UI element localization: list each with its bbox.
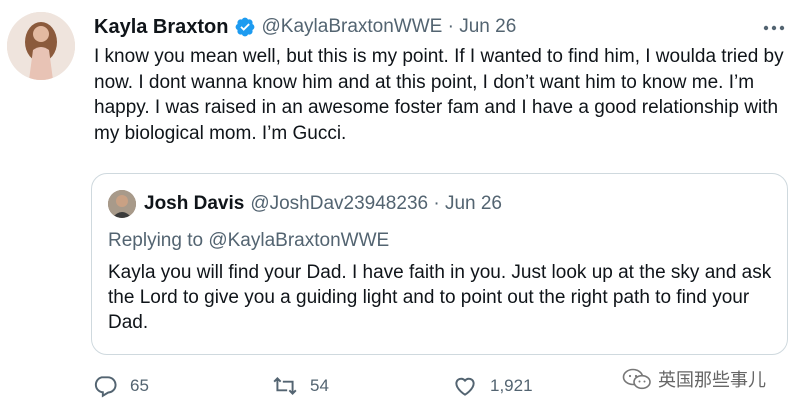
- author-name[interactable]: Kayla Braxton: [94, 16, 229, 39]
- quoted-author-handle-date: @JoshDav23948236 · Jun 26: [250, 193, 503, 214]
- like-button[interactable]: 1,921: [452, 373, 533, 399]
- like-count: 1,921: [490, 376, 533, 395]
- quoted-author-name: Josh Davis: [144, 193, 245, 214]
- reply-count: 65: [130, 376, 149, 395]
- verified-badge-icon: [235, 17, 254, 37]
- author-avatar[interactable]: [7, 12, 75, 80]
- replying-to-handle[interactable]: @KaylaBraxtonWWE: [208, 230, 389, 251]
- retweet-icon: [273, 377, 297, 395]
- watermark: 英国那些事儿: [622, 366, 766, 392]
- like-icon: [455, 377, 475, 396]
- reply-icon: [94, 376, 117, 398]
- watermark-text: 英国那些事儿: [658, 370, 766, 390]
- replying-to: Replying to @KaylaBraxtonWWE: [108, 230, 389, 252]
- quoted-author-avatar: [108, 190, 136, 218]
- retweet-button[interactable]: 54: [272, 373, 329, 399]
- retweet-count: 54: [310, 376, 329, 395]
- wechat-icon: [622, 368, 651, 390]
- tweet-header: Kayla Braxton @KaylaBraxtonWWE · Jun 26: [94, 14, 516, 40]
- more-icon[interactable]: [762, 18, 786, 38]
- quoted-tweet-header: Josh Davis @JoshDav23948236 · Jun 26: [108, 190, 502, 218]
- tweet-text: I know you mean well, but this is my poi…: [94, 46, 784, 144]
- quoted-tweet[interactable]: Josh Davis @JoshDav23948236 · Jun 26 Rep…: [91, 173, 788, 355]
- replying-to-prefix: Replying to: [108, 230, 209, 251]
- quoted-tweet-text: Kayla you will find your Dad. I have fai…: [108, 262, 772, 333]
- author-handle-date[interactable]: @KaylaBraxtonWWE · Jun 26: [262, 16, 517, 38]
- reply-button[interactable]: 65: [92, 373, 149, 399]
